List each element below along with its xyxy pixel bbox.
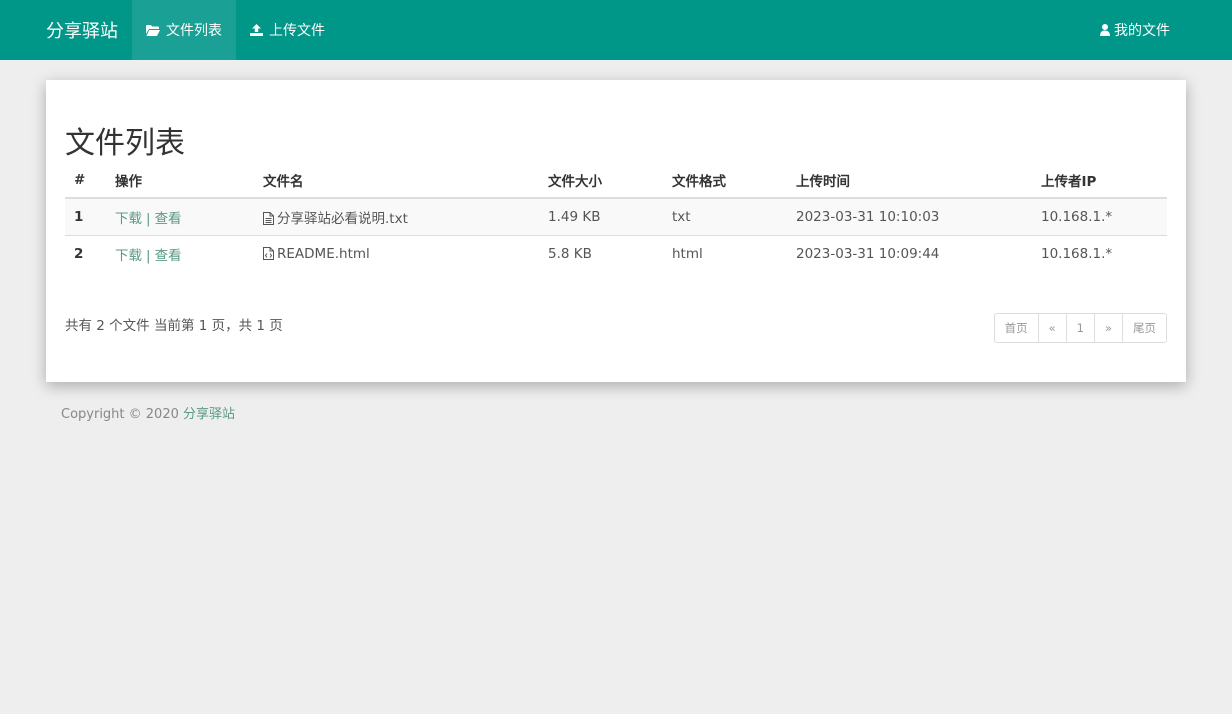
row-format: html [663, 234, 787, 272]
text-file-icon [263, 211, 274, 225]
row-size: 1.49 KB [539, 197, 663, 235]
row-filename: 分享驿站必看说明.txt [254, 197, 539, 235]
view-link[interactable]: 查看 [155, 211, 182, 227]
page-next-button[interactable]: » [1093, 314, 1122, 342]
page-last-button[interactable]: 尾页 [1122, 314, 1166, 342]
page-number-button[interactable]: 1 [1065, 314, 1094, 342]
page-title: 文件列表 [65, 126, 185, 161]
nav-my-files[interactable]: 我的文件 [1086, 0, 1184, 60]
row-upload-time: 2023-03-31 10:10:03 [787, 197, 1032, 235]
navbar-spacer [339, 0, 1086, 60]
nav-upload[interactable]: 上传文件 [236, 0, 339, 60]
file-list-panel: 文件列表 # 操作 文件名 文件大小 文件格式 上传时间 上传者IP 1 下载 |… [46, 80, 1186, 382]
download-link[interactable]: 下载 [115, 211, 142, 227]
col-header-size: 文件大小 [539, 162, 663, 199]
page-prev-button[interactable]: « [1037, 314, 1066, 342]
row-uploader-ip: 10.168.1.* [1032, 234, 1167, 272]
code-file-icon [263, 246, 274, 260]
nav-file-list[interactable]: 文件列表 [132, 0, 236, 60]
user-icon [1100, 24, 1110, 36]
upload-icon [250, 24, 263, 36]
brand-logo[interactable]: 分享驿站 [32, 0, 132, 60]
col-header-format: 文件格式 [663, 162, 787, 199]
row-uploader-ip: 10.168.1.* [1032, 197, 1167, 235]
page-first-button[interactable]: 首页 [995, 314, 1038, 342]
nav-upload-label: 上传文件 [269, 23, 325, 39]
col-header-actions: 操作 [106, 162, 254, 199]
col-header-upload-time: 上传时间 [787, 162, 1032, 199]
footer-copyright: Copyright © 2020 [61, 407, 184, 422]
col-header-uploader-ip: 上传者IP [1032, 162, 1167, 199]
view-link[interactable]: 查看 [155, 248, 182, 264]
footer-site-link[interactable]: 分享驿站 [183, 407, 235, 422]
top-navbar: 分享驿站 文件列表 上传文件 我的文件 [0, 0, 1232, 60]
row-filename: README.html [254, 234, 539, 272]
row-actions: 下载 | 查看 [106, 197, 254, 235]
footer: Copyright © 2020 分享驿站 [61, 403, 235, 422]
action-separator: | [146, 210, 151, 227]
col-header-filename: 文件名 [254, 162, 539, 199]
nav-my-files-label: 我的文件 [1114, 23, 1170, 39]
nav-file-list-label: 文件列表 [166, 23, 222, 39]
download-link[interactable]: 下载 [115, 248, 142, 264]
row-index: 1 [65, 197, 106, 235]
file-table: # 操作 文件名 文件大小 文件格式 上传时间 上传者IP 1 下载|查看 [65, 162, 1167, 272]
action-separator: | [146, 247, 151, 264]
folder-open-icon [146, 24, 160, 36]
row-size: 5.8 KB [539, 234, 663, 272]
row-index: 2 [65, 234, 106, 272]
table-row: 1 下载 | 查看 分享驿站必看说明.txt 1.49 KB txt 2023-03… [65, 197, 1167, 235]
table-row: 2 下载 | 查看 README.html 5.8 KB html 2023-03-… [65, 234, 1167, 272]
row-format: txt [663, 197, 787, 235]
file-name: README.html [277, 245, 370, 262]
pagination: 首页 « 1 » 尾页 [993, 313, 1167, 343]
table-header-row: # 操作 文件名 文件大小 文件格式 上传时间 上传者IP [65, 162, 1167, 199]
row-upload-time: 2023-03-31 10:09:44 [787, 234, 1032, 272]
file-name: 分享驿站必看说明.txt [277, 210, 408, 227]
pagination-summary: 共有 2 个文件 当前第 1 页，共 1 页 [65, 318, 283, 334]
col-header-index: # [65, 162, 106, 199]
row-actions: 下载 | 查看 [106, 234, 254, 272]
